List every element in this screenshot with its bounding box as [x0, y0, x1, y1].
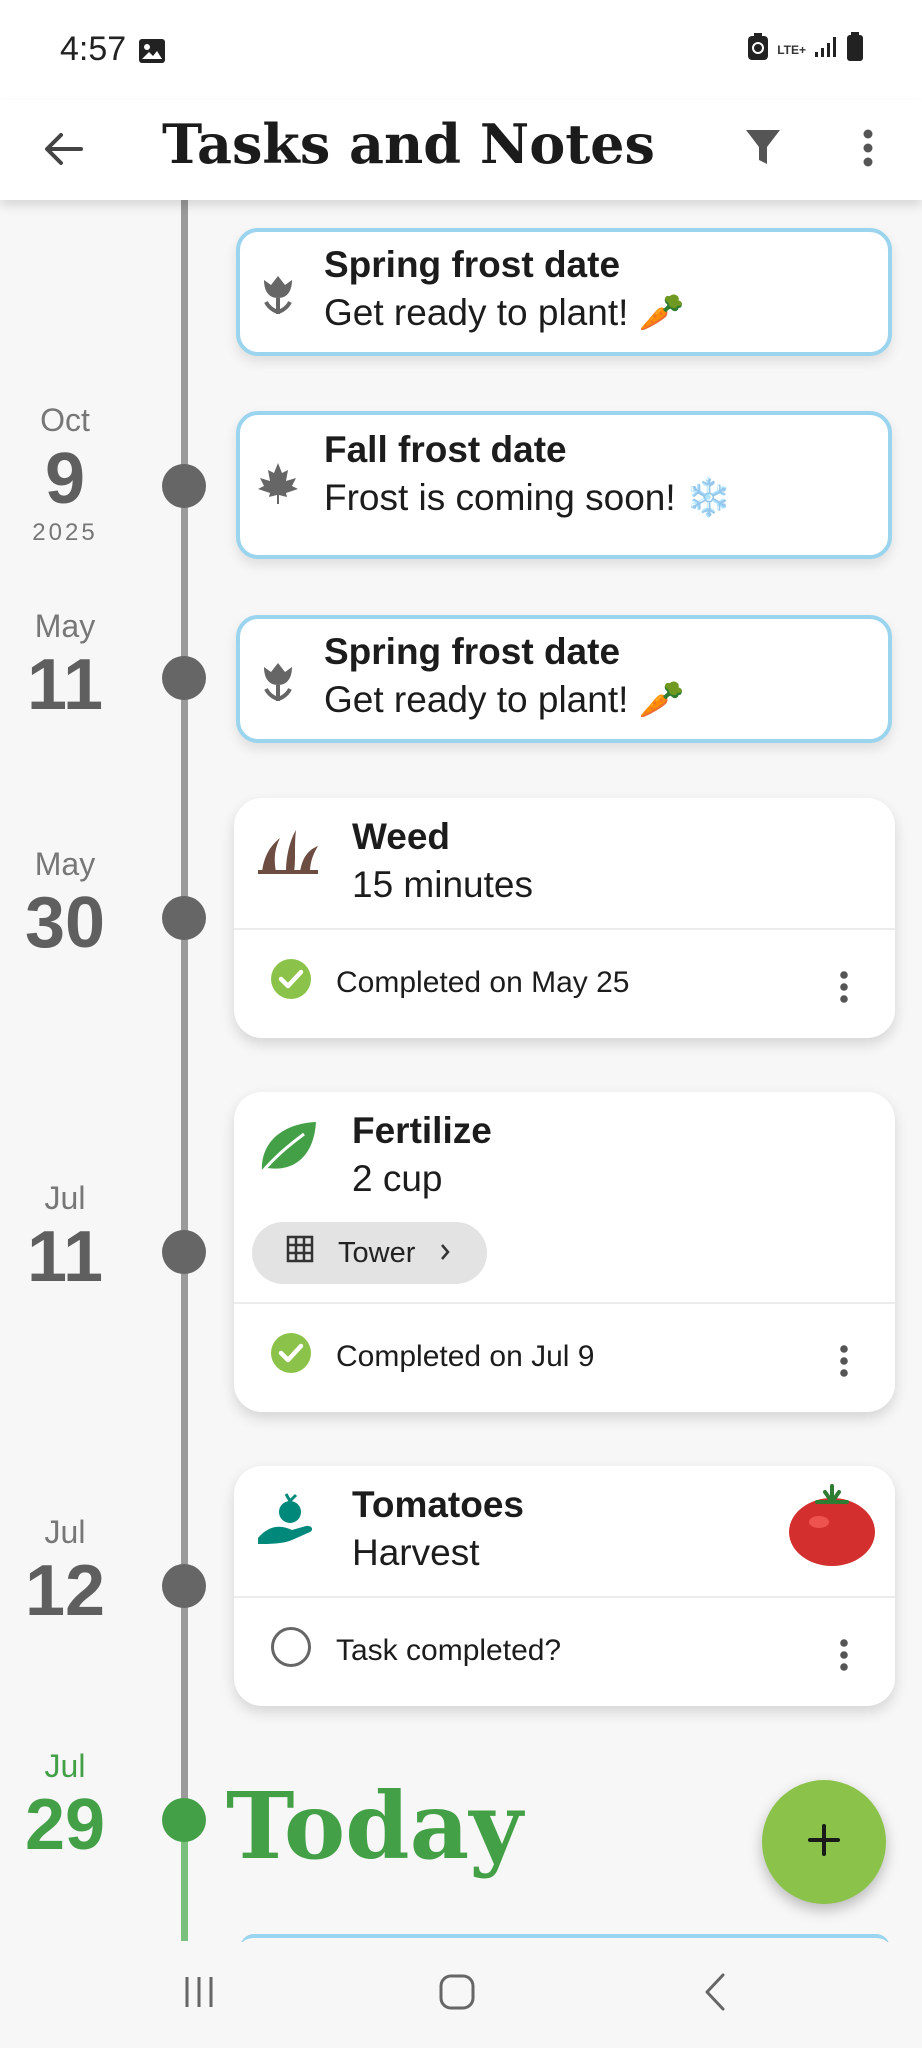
location-chip[interactable]: Tower	[252, 1222, 488, 1284]
leaf-icon	[256, 1118, 318, 1181]
empty-circle-icon[interactable]	[270, 1626, 312, 1676]
chevron-right-icon	[439, 1237, 451, 1270]
grid-icon	[286, 1235, 314, 1271]
task-detail: 15 minutes	[352, 864, 533, 905]
recent-apps-button[interactable]	[164, 1964, 234, 2024]
task-status-text: Completed on May 25	[336, 966, 630, 999]
more-vert-icon	[840, 1344, 848, 1383]
timeline-dot	[162, 656, 206, 700]
divider	[234, 1596, 895, 1598]
home-button[interactable]	[422, 1964, 492, 2024]
task-status-text: Completed on Jul 9	[336, 1340, 595, 1373]
system-back-button[interactable]	[680, 1964, 750, 2024]
status-time: 4:57	[60, 30, 127, 68]
filter-icon	[744, 128, 782, 173]
date-day: 29	[24, 1785, 106, 1865]
frost-card-title: Fall frost date	[324, 429, 567, 470]
task-detail: 2 cup	[352, 1158, 443, 1199]
timeline-dot-today	[162, 1798, 206, 1842]
date-month: May	[34, 846, 96, 882]
date-label: Oct 9 2025	[0, 402, 130, 547]
date-day: 11	[26, 645, 104, 725]
date-day: 30	[24, 883, 106, 963]
frost-card-title: Spring frost date	[324, 631, 621, 672]
frost-date-card[interactable]: Spring frost date Get ready to plant! 🥕	[236, 615, 892, 743]
date-day: 11	[26, 1217, 104, 1297]
app-bar: Tasks and Notes	[0, 100, 922, 200]
divider	[234, 1302, 895, 1304]
chip-label: Tower	[338, 1236, 416, 1269]
frost-card-title: Spring frost date	[324, 244, 621, 285]
timeline-dot	[162, 1564, 206, 1608]
chevron-left-icon	[703, 1972, 727, 2017]
timeline-dot	[162, 464, 206, 508]
task-name: Weed	[352, 816, 451, 857]
back-button[interactable]	[38, 126, 88, 176]
date-year: 2025	[32, 519, 98, 546]
task-status-text: Task completed?	[336, 1634, 562, 1667]
add-button[interactable]	[762, 1780, 886, 1904]
frost-card-subtitle: Get ready to plant! 🥕	[324, 679, 685, 720]
more-vert-icon	[840, 1638, 848, 1677]
timeline-dot	[162, 1230, 206, 1274]
date-month: May	[34, 608, 96, 644]
date-day: 9	[44, 439, 86, 519]
recents-icon	[181, 1974, 217, 2015]
weed-icon	[256, 826, 320, 879]
frost-card-subtitle: Frost is coming soon! ❄️	[324, 477, 732, 518]
tulip-icon	[256, 659, 300, 703]
task-card[interactable]: Tomatoes Harvest Task completed?	[234, 1466, 895, 1706]
date-label: May 30	[0, 846, 130, 963]
task-card[interactable]: Weed 15 minutes Completed on May 25	[234, 798, 895, 1038]
page-title: Tasks and Notes	[162, 112, 655, 176]
tulip-icon	[256, 272, 300, 316]
gallery-icon	[138, 38, 166, 64]
timeline-line	[181, 200, 188, 1800]
more-options-button[interactable]	[840, 122, 896, 178]
task-more-button[interactable]	[829, 964, 859, 1014]
task-status-row[interactable]: Completed on May 25	[270, 958, 630, 1008]
date-month: Jul	[44, 1180, 86, 1216]
timeline-dot	[162, 896, 206, 940]
date-month: Oct	[40, 402, 90, 438]
plus-icon	[807, 1823, 841, 1862]
maple-leaf-icon	[256, 461, 300, 505]
task-card[interactable]: Fertilize 2 cup Tower Completed on Jul 9	[234, 1092, 895, 1412]
battery-icon	[846, 32, 864, 67]
signal-icon	[814, 36, 838, 63]
task-name: Tomatoes	[352, 1484, 525, 1525]
task-more-button[interactable]	[829, 1632, 859, 1682]
arrow-left-icon	[43, 131, 83, 172]
check-circle-icon[interactable]	[270, 958, 312, 1008]
today-label: Today	[226, 1772, 523, 1880]
filter-button[interactable]	[735, 122, 791, 178]
more-vert-icon	[840, 970, 848, 1009]
date-month: Jul	[44, 1748, 86, 1784]
task-name: Fertilize	[352, 1110, 492, 1151]
date-month: Jul	[44, 1514, 86, 1550]
check-circle-icon[interactable]	[270, 1332, 312, 1382]
task-more-button[interactable]	[829, 1338, 859, 1388]
task-status-row[interactable]: Task completed?	[270, 1626, 561, 1676]
frost-card-subtitle: Get ready to plant! 🥕	[324, 292, 685, 333]
home-icon	[438, 1973, 476, 2016]
status-bar: 4:57 LTE+	[0, 0, 922, 100]
date-label: May 11	[0, 608, 130, 725]
system-nav-bar	[0, 1942, 922, 2048]
tomato-image	[787, 1482, 877, 1573]
status-icons: LTE+	[747, 32, 864, 67]
frost-date-card[interactable]: Fall frost date Frost is coming soon! ❄️	[236, 411, 892, 559]
recycle-icon	[747, 33, 769, 66]
divider	[234, 928, 895, 930]
more-vert-icon	[863, 128, 873, 173]
task-status-row[interactable]: Completed on Jul 9	[270, 1332, 595, 1382]
date-label: Jul 11	[0, 1180, 130, 1297]
date-label-today: Jul 29	[0, 1748, 130, 1865]
network-type: LTE+	[777, 42, 806, 57]
frost-date-card[interactable]: Spring frost date Get ready to plant! 🥕	[236, 228, 892, 356]
harvest-hand-icon	[256, 1490, 318, 1551]
date-day: 12	[24, 1551, 106, 1631]
task-detail: Harvest	[352, 1532, 480, 1573]
date-label: Jul 12	[0, 1514, 130, 1631]
